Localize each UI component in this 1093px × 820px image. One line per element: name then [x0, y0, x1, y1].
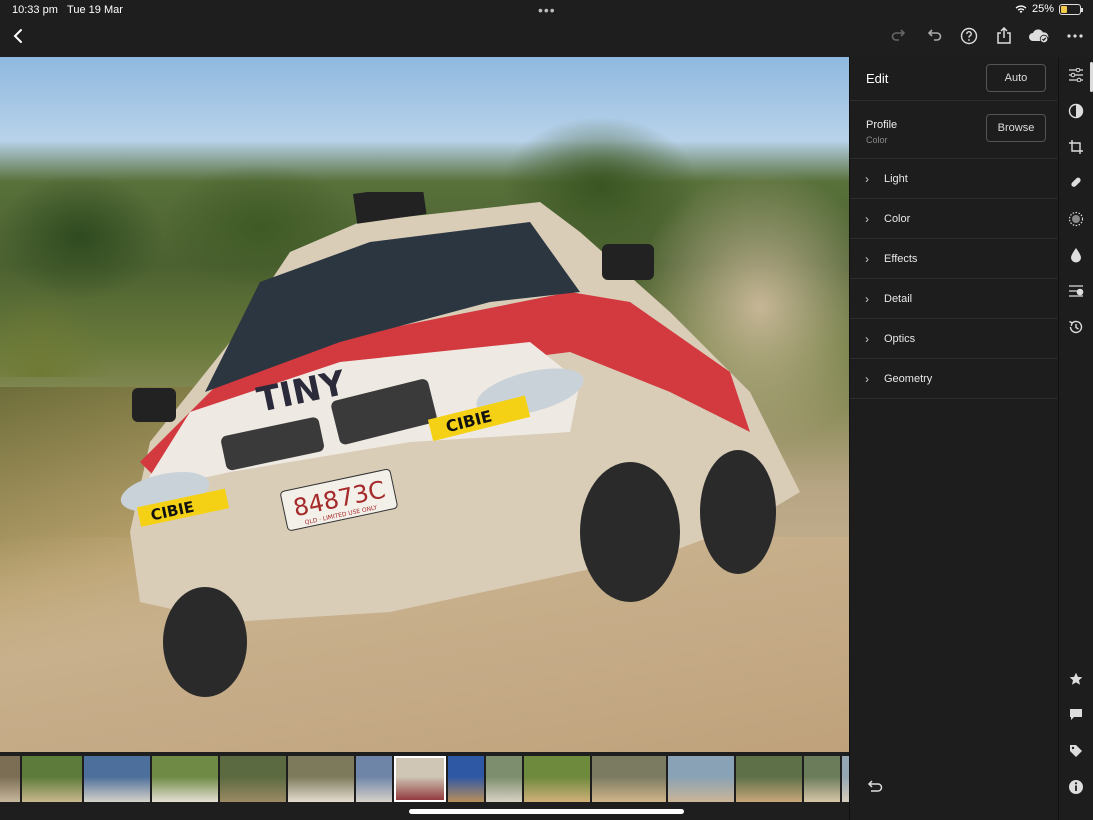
- section-geometry[interactable]: › Geometry: [850, 359, 1057, 399]
- more-icon: [1067, 34, 1083, 38]
- sliders-icon[interactable]: [1064, 63, 1088, 87]
- home-indicator[interactable]: [409, 809, 684, 814]
- status-time: 10:33 pm Tue 19 Mar: [12, 4, 123, 16]
- reset-button[interactable]: [866, 779, 884, 798]
- section-color[interactable]: › Color: [850, 199, 1057, 239]
- section-optics[interactable]: › Optics: [850, 319, 1057, 359]
- selective-icon[interactable]: [1064, 243, 1088, 267]
- share-icon: [997, 27, 1011, 44]
- comment-icon[interactable]: [1064, 703, 1088, 727]
- info-icon[interactable]: [1064, 775, 1088, 799]
- profile-label: Profile: [866, 119, 898, 131]
- tag-icon[interactable]: [1064, 739, 1088, 763]
- section-label: Effects: [884, 252, 918, 265]
- masking-icon[interactable]: [1064, 207, 1088, 231]
- chevron-right-icon: ›: [865, 331, 869, 346]
- filmstrip-thumbnail[interactable]: [220, 756, 286, 802]
- adjustment-sections: › Light › Color › Effects › Detail › Optics › Geome…: [850, 159, 1057, 399]
- section-detail[interactable]: › Detail: [850, 279, 1057, 319]
- edit-title: Edit: [866, 71, 889, 86]
- photo-canvas[interactable]: TINY CIBIE CIBIE 84873C QLD · LIMITED US…: [0, 57, 849, 752]
- tool-rail: [1058, 57, 1093, 820]
- battery-percent: 25%: [1031, 3, 1054, 15]
- chevron-right-icon: ›: [865, 251, 869, 266]
- undo-button[interactable]: [919, 20, 949, 52]
- multitask-dots-icon[interactable]: •••: [538, 2, 556, 18]
- section-label: Light: [884, 172, 908, 185]
- wifi-icon: [1015, 5, 1027, 13]
- filmstrip[interactable]: [0, 753, 849, 804]
- more-button[interactable]: [1060, 20, 1090, 52]
- top-toolbar: [0, 20, 1093, 56]
- edit-panel: Edit Auto Profile Color Browse › Light › Co…: [849, 57, 1057, 820]
- redo-button[interactable]: [884, 20, 914, 52]
- versions-icon[interactable]: [1064, 279, 1088, 303]
- filmstrip-thumbnail[interactable]: [448, 756, 484, 802]
- cloud-sync-button[interactable]: [1024, 20, 1054, 52]
- battery-charging-icon: [1059, 3, 1083, 15]
- section-label: Color: [884, 212, 911, 225]
- help-button[interactable]: [954, 20, 984, 52]
- filmstrip-thumbnail[interactable]: [804, 756, 840, 802]
- rally-car-image: TINY CIBIE CIBIE 84873C QLD · LIMITED US…: [120, 192, 800, 697]
- browse-button[interactable]: Browse: [986, 114, 1046, 142]
- status-date: Tue 19 Mar: [67, 4, 123, 16]
- edit-header: Edit Auto: [850, 57, 1057, 101]
- section-light[interactable]: › Light: [850, 159, 1057, 199]
- help-icon: [960, 27, 978, 45]
- cloud-sync-icon: [1029, 29, 1049, 44]
- share-button[interactable]: [989, 20, 1019, 52]
- section-label: Detail: [884, 292, 913, 305]
- redo-icon: [891, 29, 906, 41]
- filmstrip-thumbnail[interactable]: [356, 756, 392, 802]
- section-effects[interactable]: › Effects: [850, 239, 1057, 279]
- section-label: Geometry: [884, 372, 933, 385]
- status-right: 25%: [1015, 3, 1083, 15]
- history-icon[interactable]: [1064, 315, 1088, 339]
- presets-icon[interactable]: [1064, 99, 1088, 123]
- section-label: Optics: [884, 332, 916, 345]
- filmstrip-thumbnail[interactable]: [842, 756, 849, 802]
- crop-icon[interactable]: [1064, 135, 1088, 159]
- filmstrip-thumbnail[interactable]: [22, 756, 82, 802]
- filmstrip-thumbnail[interactable]: [288, 756, 354, 802]
- filmstrip-thumbnail[interactable]: [524, 756, 590, 802]
- filmstrip-thumbnail[interactable]: [84, 756, 150, 802]
- healing-brush-icon[interactable]: [1064, 171, 1088, 195]
- chevron-right-icon: ›: [865, 371, 869, 386]
- reset-icon: [867, 780, 883, 792]
- undo-icon: [927, 29, 942, 41]
- auto-button[interactable]: Auto: [986, 64, 1046, 92]
- chevron-right-icon: ›: [865, 291, 869, 306]
- filmstrip-thumbnail[interactable]: [394, 756, 446, 802]
- chevron-right-icon: ›: [865, 171, 869, 186]
- filmstrip-thumbnail[interactable]: [152, 756, 218, 802]
- filmstrip-thumbnail[interactable]: [668, 756, 734, 802]
- status-bar: 10:33 pm Tue 19 Mar ••• 25%: [0, 0, 1093, 20]
- filmstrip-thumbnail[interactable]: [486, 756, 522, 802]
- profile-row: Profile Color Browse: [850, 101, 1057, 159]
- profile-value: Color: [866, 135, 888, 145]
- chevron-right-icon: ›: [865, 211, 869, 226]
- back-icon: [13, 29, 22, 43]
- filmstrip-thumbnail[interactable]: [0, 756, 20, 802]
- filmstrip-thumbnail[interactable]: [736, 756, 802, 802]
- lightroom-editor: 10:33 pm Tue 19 Mar ••• 25% TINY CIBIE C…: [0, 0, 1093, 820]
- filmstrip-thumbnail[interactable]: [592, 756, 666, 802]
- star-icon[interactable]: [1064, 667, 1088, 691]
- back-button[interactable]: [3, 20, 33, 52]
